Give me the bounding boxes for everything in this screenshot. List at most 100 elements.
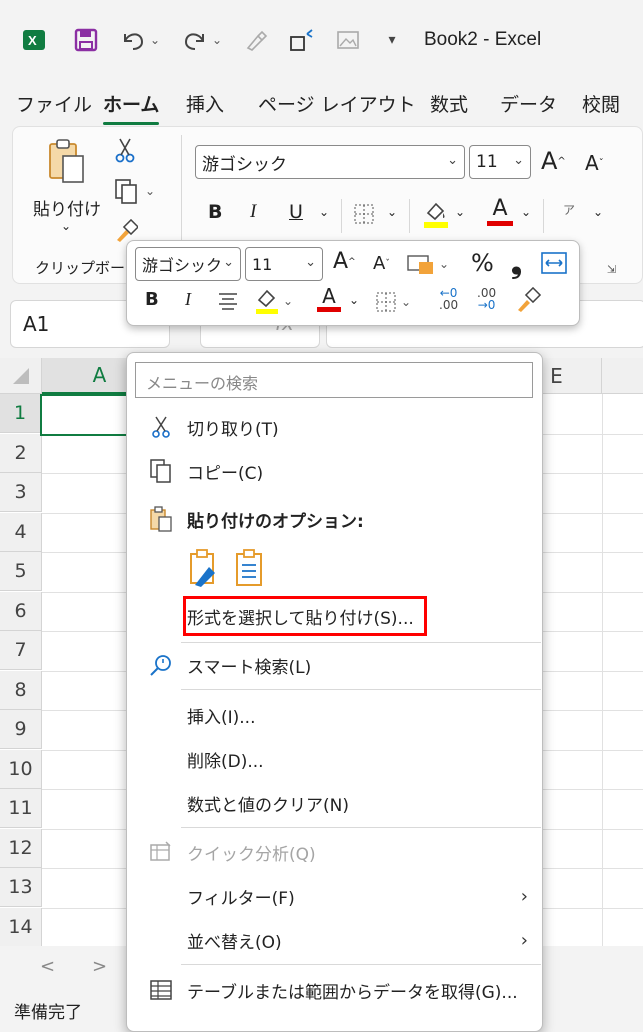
phonetic-guide-button[interactable]: ア <box>563 201 575 218</box>
chevron-down-icon[interactable]: ⌄ <box>455 205 465 219</box>
scissors-icon <box>147 413 175 441</box>
tab-page-layout[interactable]: ページ レイアウト <box>258 90 416 117</box>
borders-icon[interactable] <box>353 203 375 225</box>
menu-item-get-data-from-table[interactable]: テーブルまたは範囲からデータを取得(G)... <box>127 970 542 1010</box>
shrink-font-button[interactable]: Aˇ <box>585 151 604 175</box>
comma-style-button[interactable]: ❟ <box>511 247 522 281</box>
menu-item-label: 挿入(I)... <box>187 707 256 728</box>
customize-icon[interactable]: ▾ <box>380 26 404 54</box>
underline-button[interactable]: U <box>289 201 303 223</box>
title-bar: X ⌄ ⌄ ▾ Book2 - Excel <box>0 0 643 84</box>
tab-file[interactable]: ファイル <box>16 90 92 117</box>
menu-item-copy[interactable]: コピー(C) <box>127 451 542 491</box>
font-name-combo[interactable]: 游ゴシック ⌄ <box>195 145 465 179</box>
chevron-down-icon[interactable]: ⌄ <box>319 205 329 219</box>
tab-insert[interactable]: 挿入 <box>186 90 224 117</box>
tab-data[interactable]: データ <box>500 90 557 117</box>
row-header[interactable]: 13 <box>0 868 42 907</box>
number-format-icon[interactable]: ⌄ <box>407 253 449 275</box>
mini-font-name-value: 游ゴシック <box>142 256 223 275</box>
mini-borders-icon[interactable]: ⌄ <box>375 291 411 313</box>
row-header[interactable]: 10 <box>0 749 42 789</box>
row-header[interactable]: 3 <box>0 473 42 512</box>
smart-lookup-icon <box>147 651 175 679</box>
menu-item-smart-lookup[interactable]: スマート検索(L) <box>127 645 542 685</box>
align-center-icon[interactable] <box>217 291 239 311</box>
percent-style-button[interactable]: % <box>471 249 494 277</box>
menu-search-input[interactable]: メニューの検索 <box>135 362 533 398</box>
tab-review[interactable]: 校閲 <box>582 90 620 117</box>
row-header[interactable]: 12 <box>0 828 42 868</box>
font-name-value: 游ゴシック <box>202 154 287 175</box>
copy-icon[interactable]: ⌄ <box>113 177 155 205</box>
row-header[interactable]: 5 <box>0 552 42 591</box>
row-header[interactable]: 14 <box>0 907 42 947</box>
mini-fill-color-icon[interactable]: ⌄ <box>255 287 293 315</box>
save-icon[interactable] <box>72 26 100 54</box>
mini-font-color-button[interactable]: A <box>317 285 341 312</box>
mini-bold-button[interactable]: B <box>145 289 159 310</box>
menu-item-cut[interactable]: 切り取り(T) <box>127 407 542 447</box>
format-painter-icon[interactable] <box>242 26 270 54</box>
picture-icon[interactable] <box>334 26 362 54</box>
font-color-button[interactable]: A <box>487 197 513 226</box>
paste-dropdown-icon[interactable]: ⌄ <box>61 219 71 233</box>
font-size-combo[interactable]: 11 ⌄ <box>469 145 531 179</box>
row-header[interactable]: 11 <box>0 789 42 828</box>
mini-toolbar: 游ゴシック ⌄ 11 ⌄ A ^ Aˇ ⌄ % ❟ B I ⌄ A ⌄ ⌄ ←0.… <box>126 240 580 326</box>
chevron-down-icon[interactable]: ⌄ <box>387 205 397 219</box>
fill-color-icon[interactable] <box>423 199 449 229</box>
mini-grow-font-button[interactable]: A ^ <box>333 249 356 274</box>
mini-format-painter-icon[interactable] <box>515 287 541 313</box>
grow-font-button[interactable]: A ^ <box>541 147 566 175</box>
chevron-down-icon[interactable]: ⌄ <box>593 205 603 219</box>
menu-item-clear-contents[interactable]: 数式と値のクリア(N) <box>127 783 542 823</box>
highlight-box <box>183 596 427 636</box>
increase-decimal-button[interactable]: ←0.00 <box>439 287 458 311</box>
menu-item-filter[interactable]: フィルター(F) › <box>127 876 542 916</box>
italic-button[interactable]: I <box>250 201 256 223</box>
menu-item-delete[interactable]: 削除(D)... <box>127 739 542 779</box>
mini-font-size-combo[interactable]: 11 ⌄ <box>245 247 323 281</box>
menu-item-label: 切り取り(T) <box>187 419 279 440</box>
menu-item-paste-options: 貼り付けのオプション: <box>127 499 542 539</box>
paste-icon[interactable] <box>47 137 87 187</box>
sheet-prev-button[interactable]: < <box>40 956 55 977</box>
dialog-launcher-icon[interactable]: ⇲ <box>607 263 616 276</box>
mini-shrink-font-button[interactable]: Aˇ <box>373 253 390 274</box>
tab-home[interactable]: ホーム <box>103 90 160 125</box>
undo-icon[interactable]: ⌄ <box>116 26 164 54</box>
row-header[interactable]: 1 <box>0 394 42 433</box>
row-header[interactable]: 7 <box>0 631 42 670</box>
chevron-down-icon[interactable]: ⌄ <box>521 205 531 219</box>
sheet-next-button[interactable]: > <box>92 956 107 977</box>
row-header[interactable]: 9 <box>0 710 42 749</box>
mini-font-name-combo[interactable]: 游ゴシック ⌄ <box>135 247 241 281</box>
menu-item-label: フィルター(F) <box>187 888 295 909</box>
paste-formatting-icon[interactable] <box>189 549 223 591</box>
shape-icon[interactable] <box>285 26 319 54</box>
tab-formulas[interactable]: 数式 <box>430 90 468 117</box>
row-header[interactable]: 8 <box>0 670 42 710</box>
chevron-down-icon[interactable]: ⌄ <box>349 293 359 307</box>
context-menu: メニューの検索 切り取り(T) コピー(C) 貼り付けのオプション: 形式を選択… <box>126 352 543 1032</box>
menu-item-sort[interactable]: 並べ替え(O) › <box>127 920 542 960</box>
table-icon <box>147 976 175 1004</box>
scissors-icon[interactable] <box>114 137 136 163</box>
row-header[interactable]: 4 <box>0 512 42 552</box>
row-header[interactable]: 6 <box>0 591 42 631</box>
row-header[interactable]: 2 <box>0 433 42 473</box>
paste-label[interactable]: 貼り付け <box>33 195 101 220</box>
menu-item-insert[interactable]: 挿入(I)... <box>127 695 542 735</box>
decrease-decimal-button[interactable]: .00 →0 <box>477 287 496 311</box>
menu-separator <box>181 964 541 965</box>
bold-button[interactable]: B <box>208 201 222 223</box>
paste-icon[interactable] <box>235 549 265 591</box>
mini-font-size-value: 11 <box>252 254 273 274</box>
ribbon-separator <box>543 199 544 233</box>
merge-center-icon[interactable] <box>541 251 567 275</box>
menu-item-label: 並べ替え(O) <box>187 932 282 953</box>
mini-italic-button[interactable]: I <box>185 289 191 310</box>
select-all-corner[interactable] <box>0 358 42 394</box>
redo-icon[interactable]: ⌄ <box>178 26 226 54</box>
